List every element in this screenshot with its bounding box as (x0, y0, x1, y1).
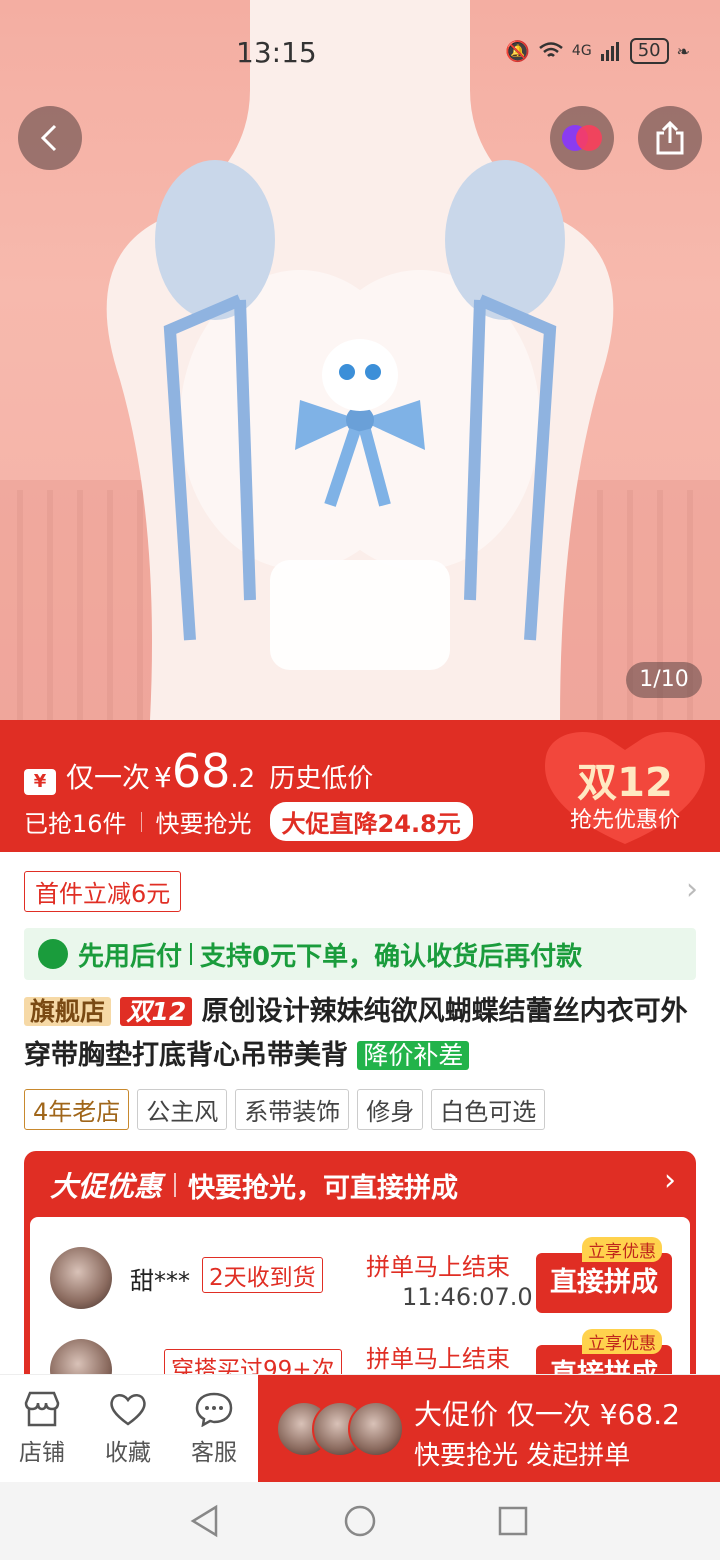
shield-check-icon (38, 939, 68, 969)
chip-fit: 修身 (357, 1089, 424, 1130)
group-buy-title: 大促优惠 (50, 1170, 163, 1203)
instant-discount-hint: 立享优惠 (582, 1329, 662, 1354)
group-row: 甜*** 2天收到货 拼单马上结束 11:46:07.0 直接拼成 立享优惠 (30, 1235, 690, 1319)
ending-text: 拼单马上结束 (366, 1253, 510, 1281)
mute-icon: 🔕 (505, 39, 530, 63)
promo-drop-badge: 大促直降24.8元 (269, 802, 473, 841)
price-banner: ¥ 仅一次 ¥ 68 .2 历史低价 已抢16件 快要抢光 大促直降24.8元 … (0, 720, 720, 852)
battery-level: 50 (629, 38, 669, 64)
back-button[interactable] (18, 106, 82, 170)
cta-price-line: 大促价 仅一次 ¥68.2 (414, 1398, 680, 1431)
store-label: 店铺 (19, 1440, 65, 1466)
countdown: 11:46:07.0 (402, 1283, 533, 1311)
group-user-name: 甜*** (130, 1267, 190, 1295)
chip-style: 公主风 (137, 1089, 228, 1130)
double12-tag: 双12 (120, 997, 193, 1026)
price-decimal: .2 (230, 764, 256, 794)
chevron-left-icon (40, 124, 57, 152)
service-label: 客服 (191, 1440, 237, 1466)
heart-icon (110, 1394, 146, 1426)
group-buy-header[interactable]: 大促优惠 快要抢光，可直接拼成 (50, 1165, 458, 1205)
status-time: 13:15 (236, 36, 317, 69)
chip-color: 白色可选 (431, 1089, 546, 1130)
chat-bubble-icon (195, 1392, 233, 1427)
instant-discount-hint: 立享优惠 (582, 1237, 662, 1262)
favorite-label: 收藏 (105, 1440, 151, 1466)
cta-action-line: 快要抢光 发起拼单 (414, 1441, 631, 1471)
feature-chips: 4年老店 公主风 系带装饰 修身 白色可选 (24, 1089, 546, 1130)
pay-later-title: 先用后付 (78, 941, 183, 972)
wifi-icon (539, 42, 563, 57)
favorite-button[interactable]: 收藏 (88, 1391, 168, 1467)
system-navigation-bar (0, 1482, 720, 1560)
app-mix-button[interactable] (550, 106, 614, 170)
yen-ticket-icon: ¥ (24, 769, 56, 795)
overlap-circles-icon (562, 125, 602, 151)
chevron-right-icon[interactable]: › (664, 1163, 676, 1198)
avatar (50, 1247, 112, 1309)
double12-title: 双12 (577, 760, 673, 806)
ending-text: 拼单马上结束 (366, 1345, 510, 1373)
status-icons: 🔕 4G 50 ❧ (505, 38, 690, 64)
avatar (348, 1401, 404, 1457)
chip-store-age: 4年老店 (24, 1089, 130, 1130)
double12-badge: 双12 抢先优惠价 (540, 726, 710, 846)
start-group-buy-button[interactable]: 大促价 仅一次 ¥68.2 快要抢光 发起拼单 (258, 1375, 720, 1483)
group-buy-subtitle: 快要抢光，可直接拼成 (188, 1172, 459, 1204)
share-icon (656, 121, 684, 155)
service-button[interactable]: 客服 (174, 1391, 254, 1467)
network-label: 4G (571, 43, 592, 59)
product-photo (0, 0, 720, 720)
price-diff-tag: 降价补差 (357, 1041, 470, 1070)
image-counter: 1/10 (626, 662, 702, 698)
join-group-button[interactable]: 直接拼成 (536, 1253, 672, 1313)
bottom-action-bar: 店铺 收藏 客服 大促价 仅一次 ¥68.2 快要抢光 发起拼单 (0, 1374, 720, 1483)
home-circle-icon[interactable] (343, 1504, 377, 1538)
leaf-icon: ❧ (676, 41, 690, 61)
history-low-tag: 历史低价 (269, 764, 374, 794)
flagship-tag: 旗舰店 (24, 997, 112, 1026)
divider (140, 811, 142, 832)
currency-symbol: ¥ (154, 761, 172, 794)
sold-count: 已抢16件 (24, 810, 127, 838)
store-button[interactable]: 店铺 (2, 1391, 82, 1467)
pay-later-desc: 支持0元下单，确认收货后再付款 (200, 941, 583, 972)
back-triangle-icon[interactable] (188, 1504, 222, 1538)
store-icon (24, 1391, 60, 1427)
status-bar: 13:15 🔕 4G 50 ❧ (0, 36, 720, 72)
chevron-right-icon[interactable]: › (686, 872, 698, 907)
divider (190, 943, 193, 965)
delivery-badge: 2天收到货 (202, 1257, 323, 1293)
share-button[interactable] (638, 106, 702, 170)
group-list: 甜*** 2天收到货 拼单马上结束 11:46:07.0 直接拼成 立享优惠 穿… (30, 1217, 690, 1391)
recents-square-icon[interactable] (496, 1504, 530, 1538)
divider (174, 1173, 177, 1197)
double12-subtitle: 抢先优惠价 (569, 808, 680, 833)
pay-later-banner[interactable]: 先用后付 支持0元下单，确认收货后再付款 (24, 928, 696, 980)
signal-icon (600, 42, 619, 61)
once-label: 仅一次 (66, 761, 151, 794)
product-image-carousel[interactable]: 13:15 🔕 4G 50 ❧ 1/10 (0, 0, 720, 720)
hurry-text: 快要抢光 (155, 810, 252, 838)
price-integer: 68 (171, 744, 231, 798)
group-buy-section: 大促优惠 快要抢光，可直接拼成 › 甜*** 2天收到货 拼单马上结束 11:4… (24, 1151, 696, 1391)
first-item-coupon[interactable]: 首件立减6元 (24, 871, 182, 912)
chip-decoration: 系带装饰 (235, 1089, 350, 1130)
avatar-stack (276, 1401, 406, 1459)
product-title: 旗舰店 双12 原创设计辣妹纯欲风蝴蝶结蕾丝内衣可外穿带胸垫打底背心吊带美背 降… (24, 990, 696, 1078)
